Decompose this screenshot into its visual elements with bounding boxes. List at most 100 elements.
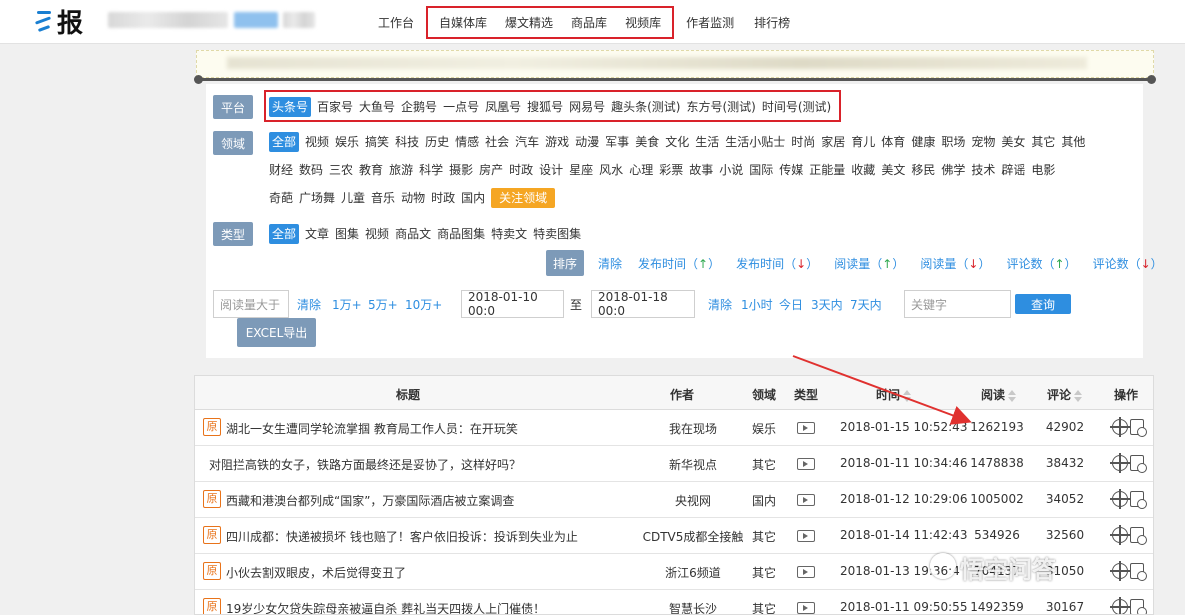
target-icon[interactable] (1110, 525, 1130, 545)
domain-option[interactable]: 美食 (635, 132, 659, 152)
type-option[interactable]: 图集 (335, 224, 359, 244)
domain-option[interactable]: 数码 (299, 160, 323, 180)
domain-option[interactable]: 财经 (269, 160, 293, 180)
nav-ranking[interactable]: 排行榜 (744, 14, 800, 31)
read-clear-link[interactable]: 清除 (297, 296, 321, 313)
search-doc-icon[interactable] (1130, 455, 1147, 473)
date-today-link[interactable]: 今日 (779, 296, 803, 313)
domain-option[interactable]: 国际 (749, 160, 773, 180)
domain-option[interactable]: 美文 (881, 160, 905, 180)
date-3d-link[interactable]: 3天内 (811, 296, 843, 313)
domain-option[interactable]: 奇葩 (269, 188, 293, 208)
platform-option[interactable]: 一点号 (443, 97, 479, 117)
type-option[interactable]: 特卖图集 (533, 224, 581, 244)
nav-author-monitor[interactable]: 作者监测 (676, 14, 744, 31)
platform-option[interactable]: 时间号(测试) (762, 97, 831, 117)
search-doc-icon[interactable] (1130, 419, 1147, 437)
domain-option[interactable]: 军事 (605, 132, 629, 152)
domain-option[interactable]: 技术 (971, 160, 995, 180)
domain-option[interactable]: 历史 (425, 132, 449, 152)
domain-option[interactable]: 生活 (695, 132, 719, 152)
domain-option[interactable]: 其他 (1061, 132, 1085, 152)
date-1h-link[interactable]: 1小时 (741, 296, 773, 313)
domain-option[interactable]: 职场 (941, 132, 965, 152)
row-author[interactable]: 新华视点 (633, 456, 753, 473)
sort-option[interactable]: 阅读量（↓） (920, 255, 990, 272)
nav-media-library[interactable]: 自媒体库 (430, 14, 496, 31)
date-end-input[interactable]: 2018-01-18 00:0 (591, 290, 695, 318)
sort-clear-link[interactable]: 清除 (598, 255, 622, 272)
domain-option[interactable]: 科学 (419, 160, 443, 180)
platform-option[interactable]: 搜狐号 (527, 97, 563, 117)
type-option[interactable]: 全部 (269, 224, 300, 244)
row-author[interactable]: CDTV5成都全接触 (633, 528, 753, 545)
domain-option[interactable]: 社会 (485, 132, 509, 152)
domain-option[interactable]: 星座 (569, 160, 593, 180)
th-comments[interactable]: 评论 (1047, 386, 1083, 403)
excel-export-button[interactable]: EXCEL导出 (237, 318, 316, 347)
row-title-link[interactable]: 西藏和港澳台都列成“国家”，万豪国际酒店被立案调查 (226, 492, 514, 509)
domain-option[interactable]: 三农 (329, 160, 353, 180)
domain-option[interactable]: 广场舞 (299, 188, 335, 208)
date-7d-link[interactable]: 7天内 (850, 296, 882, 313)
platform-option[interactable]: 东方号(测试) (687, 97, 756, 117)
type-option[interactable]: 商品图集 (437, 224, 485, 244)
domain-option[interactable]: 游戏 (545, 132, 569, 152)
read-50k-link[interactable]: 5万+ (368, 296, 398, 313)
domain-option[interactable]: 彩票 (659, 160, 683, 180)
domain-option[interactable]: 故事 (689, 160, 713, 180)
platform-option[interactable]: 凤凰号 (485, 97, 521, 117)
domain-option[interactable]: 育儿 (851, 132, 875, 152)
domain-option[interactable]: 正能量 (809, 160, 845, 180)
domain-option[interactable]: 旅游 (389, 160, 413, 180)
domain-option[interactable]: 生活小贴士 (725, 132, 785, 152)
row-title-link[interactable]: 湖北一女生遭同学轮流掌掴 教育局工作人员：在开玩笑 (226, 420, 518, 437)
domain-option[interactable]: 动漫 (575, 132, 599, 152)
search-button[interactable]: 查询 (1015, 294, 1071, 314)
nav-video-library[interactable]: 视频库 (616, 14, 670, 31)
domain-option[interactable]: 传媒 (779, 160, 803, 180)
type-option[interactable]: 文章 (305, 224, 329, 244)
target-icon[interactable] (1110, 561, 1130, 581)
date-start-input[interactable]: 2018-01-10 00:0 (461, 290, 564, 318)
row-title-link[interactable]: 小伙去割双眼皮，术后觉得变丑了 (226, 564, 406, 581)
th-time[interactable]: 时间 (876, 386, 912, 403)
read-10k-link[interactable]: 1万+ (332, 296, 362, 313)
domain-option[interactable]: 文化 (665, 132, 689, 152)
follow-domain-button[interactable]: 关注领域 (491, 188, 556, 208)
nav-hot-articles[interactable]: 爆文精选 (496, 14, 562, 31)
domain-option[interactable]: 电影 (1031, 160, 1055, 180)
platform-option[interactable]: 企鹅号 (401, 97, 437, 117)
domain-option[interactable]: 汽车 (515, 132, 539, 152)
domain-option[interactable]: 体育 (881, 132, 905, 152)
nav-workbench[interactable]: 工作台 (368, 14, 424, 31)
domain-option[interactable]: 全部 (269, 132, 300, 152)
domain-option[interactable]: 家居 (821, 132, 845, 152)
sort-option[interactable]: 评论数（↓） (1093, 255, 1163, 272)
domain-option[interactable]: 音乐 (371, 188, 395, 208)
domain-option[interactable]: 宠物 (971, 132, 995, 152)
sort-option[interactable]: 评论数（↑） (1006, 255, 1076, 272)
type-option[interactable]: 商品文 (395, 224, 431, 244)
domain-option[interactable]: 其它 (1031, 132, 1055, 152)
domain-option[interactable]: 时政 (431, 188, 455, 208)
domain-option[interactable]: 视频 (305, 132, 329, 152)
sort-option[interactable]: 阅读量（↑） (834, 255, 904, 272)
domain-option[interactable]: 时尚 (791, 132, 815, 152)
domain-option[interactable]: 科技 (395, 132, 419, 152)
type-option[interactable]: 特卖文 (491, 224, 527, 244)
target-icon[interactable] (1110, 489, 1130, 509)
domain-option[interactable]: 美女 (1001, 132, 1025, 152)
platform-option[interactable]: 网易号 (569, 97, 605, 117)
th-reads[interactable]: 阅读 (981, 386, 1017, 403)
domain-option[interactable]: 搞笑 (365, 132, 389, 152)
row-author[interactable]: 央视网 (633, 492, 753, 509)
search-doc-icon[interactable] (1130, 563, 1147, 581)
domain-option[interactable]: 收藏 (851, 160, 875, 180)
domain-option[interactable]: 儿童 (341, 188, 365, 208)
sort-option[interactable]: 发布时间（↑） (638, 255, 720, 272)
domain-option[interactable]: 移民 (911, 160, 935, 180)
target-icon[interactable] (1110, 453, 1130, 473)
domain-option[interactable]: 小说 (719, 160, 743, 180)
search-doc-icon[interactable] (1130, 491, 1147, 509)
